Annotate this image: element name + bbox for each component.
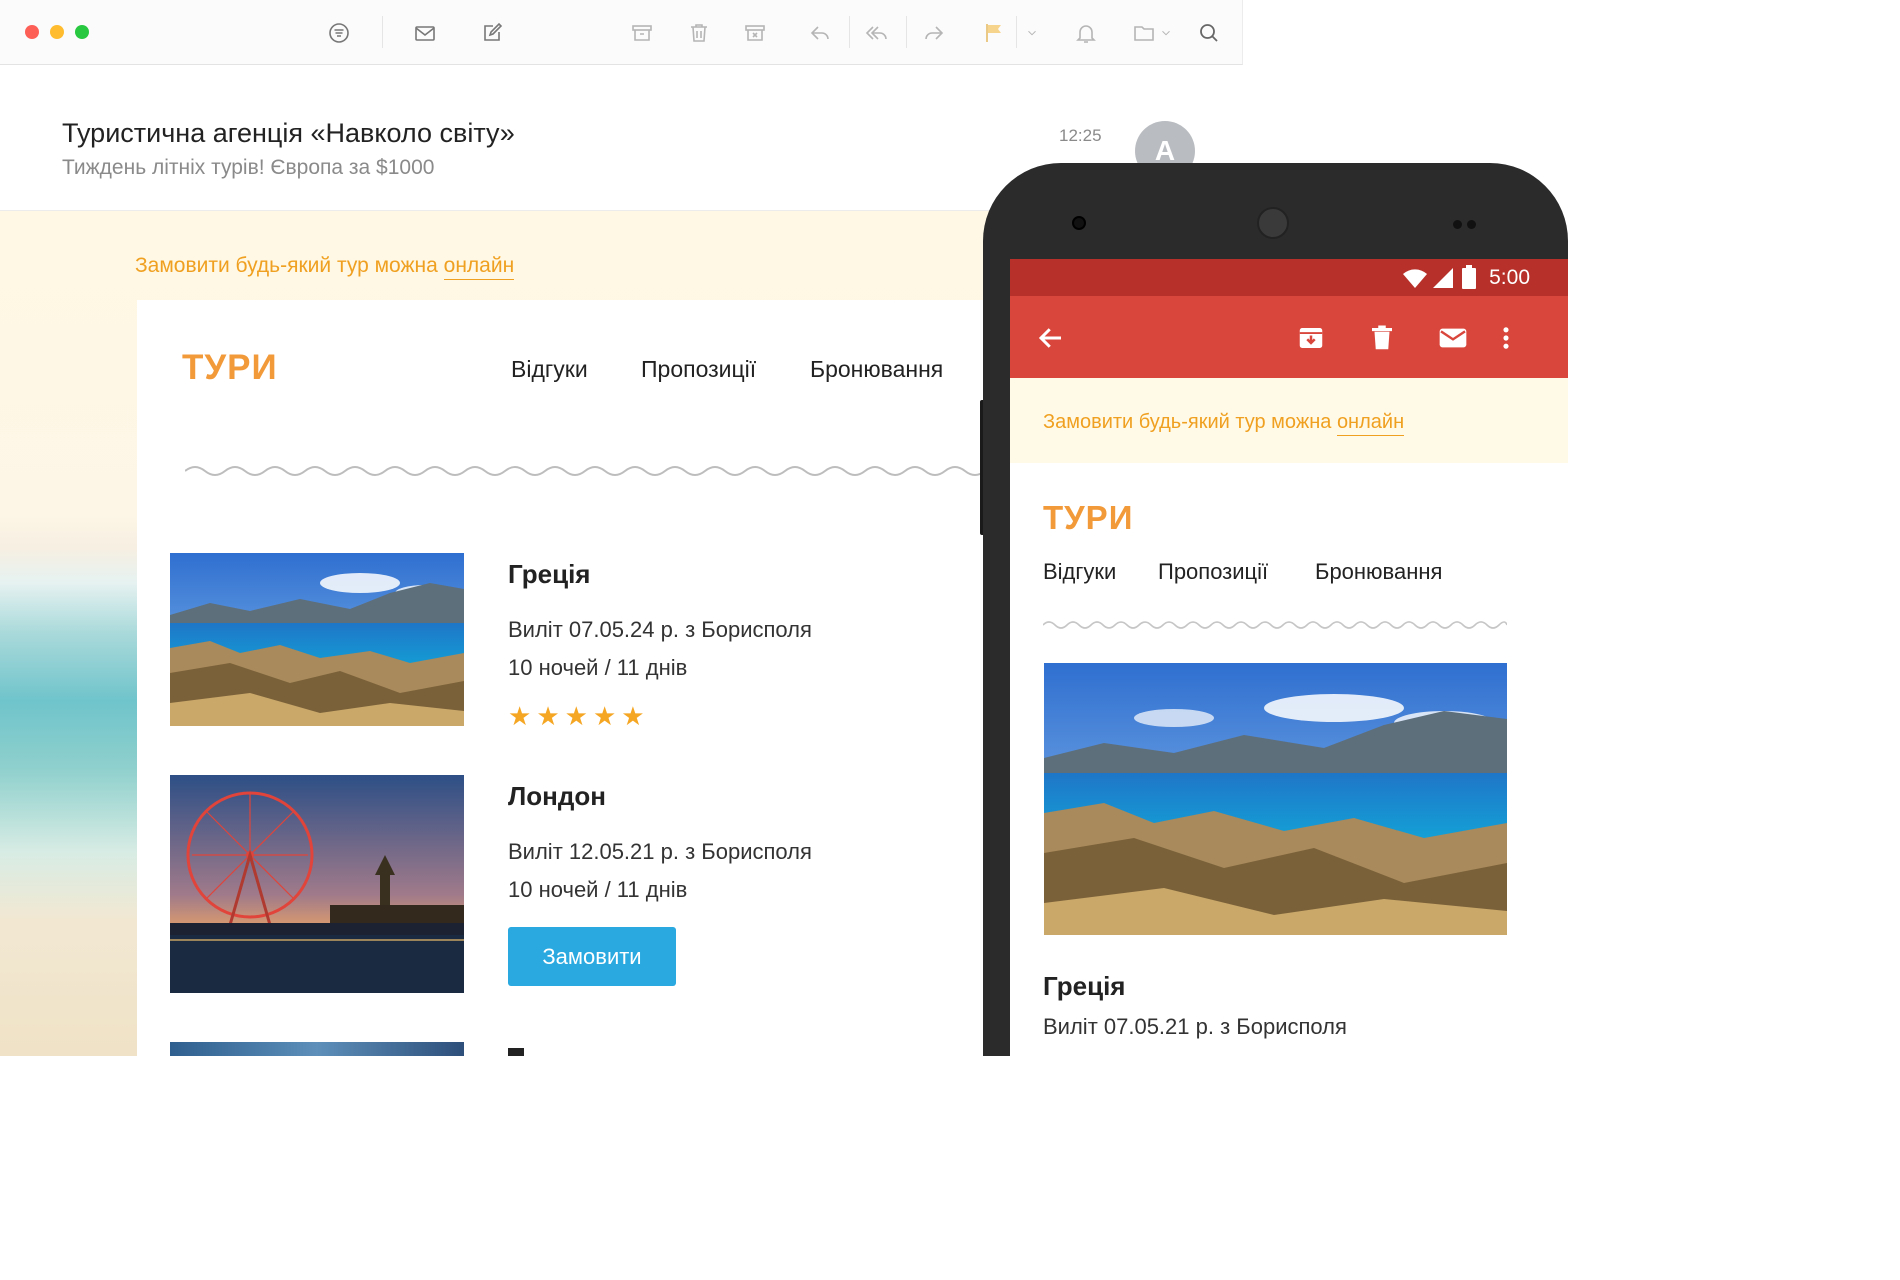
front-camera — [1072, 216, 1086, 230]
mobile-promo: Замовити будь-який тур можна онлайн — [1043, 411, 1405, 436]
phone-screen: 5:00 Замовити будь-який тур можна онлайн… — [1010, 259, 1568, 1056]
message-subject: Тиждень літніх турів! Європа за $1000 — [62, 156, 435, 179]
toolbar-divider — [1016, 16, 1017, 48]
gmail-app-bar — [1010, 296, 1568, 378]
android-phone: 5:00 Замовити будь-який тур можна онлайн… — [983, 163, 1568, 1056]
chevron-down-icon[interactable] — [1156, 19, 1176, 47]
more-vert-icon[interactable] — [1489, 321, 1523, 355]
mobile-nav-offers-link[interactable]: Пропозиції — [1158, 559, 1268, 585]
toolbar-divider — [849, 16, 850, 48]
star-icon: ★ — [536, 701, 560, 731]
mobile-tour-departure: Виліт 07.05.21 р. з Борисполя — [1043, 1014, 1347, 1039]
status-time: 5:00 — [1489, 266, 1530, 289]
trash-icon[interactable] — [685, 19, 713, 47]
greece-photo[interactable] — [170, 553, 464, 726]
promo-banner: Замовити будь-який тур можна онлайн — [135, 254, 515, 280]
nav-booking-link[interactable]: Бронювання — [810, 356, 943, 383]
newsletter-card: ТУРИ Відгуки Пропозиції Бронювання Греці… — [137, 300, 1037, 1056]
tour-departure: Виліт 12.05.21 р. з Борисполя — [508, 839, 812, 864]
zoom-window-button[interactable] — [75, 25, 89, 39]
forward-icon[interactable] — [920, 19, 948, 47]
star-icon: ★ — [621, 701, 645, 731]
wave-divider — [185, 466, 985, 476]
phone-sensor — [1453, 220, 1462, 229]
phone-speaker — [1257, 207, 1289, 239]
folder-icon[interactable] — [1130, 19, 1158, 47]
tour-departure: Виліт 07.05.24 р. з Борисполя — [508, 617, 812, 642]
flag-icon[interactable] — [980, 19, 1008, 47]
rating-stars: ★ ★ ★ ★ ★ — [508, 703, 645, 729]
promo-text: Замовити будь-який тур можна — [135, 254, 444, 277]
order-button[interactable]: Замовити — [508, 927, 676, 986]
tour-item-partial-photo — [170, 1042, 464, 1056]
mail-toolbar — [0, 0, 1243, 65]
tour-duration: 10 ночей / 11 днів — [508, 877, 688, 902]
message-time: 12:25 — [1059, 126, 1102, 145]
london-photo[interactable] — [170, 775, 464, 993]
archive-icon[interactable] — [628, 19, 656, 47]
toolbar-divider — [382, 16, 383, 48]
tour-duration: 10 ночей / 11 днів — [508, 655, 688, 680]
tour-title: Греція — [508, 559, 591, 589]
tour-title: Лондон — [508, 781, 606, 811]
minimize-window-button[interactable] — [50, 25, 64, 39]
bell-icon[interactable] — [1072, 19, 1100, 47]
wifi-icon — [1403, 269, 1427, 288]
mobile-brand-logo: ТУРИ — [1043, 499, 1134, 536]
trash-icon[interactable] — [1365, 321, 1399, 355]
toolbar-divider — [906, 16, 907, 48]
battery-icon — [1462, 265, 1476, 289]
nav-reviews-link[interactable]: Відгуки — [511, 356, 588, 383]
star-icon: ★ — [564, 701, 588, 731]
star-icon: ★ — [592, 701, 617, 731]
mail-icon[interactable] — [1436, 321, 1470, 355]
compose-icon[interactable] — [478, 19, 506, 47]
mobile-promo-text: Замовити будь-який тур можна — [1043, 411, 1337, 433]
mobile-wave-divider — [1043, 621, 1507, 629]
nav-offers-link[interactable]: Пропозиції — [641, 356, 756, 383]
mobile-nav-booking-link[interactable]: Бронювання — [1315, 559, 1442, 585]
spam-icon[interactable] — [741, 19, 769, 47]
tour-item-london: Лондон Виліт 12.05.21 р. з Борисполя 10 … — [170, 775, 970, 995]
signal-icon — [1433, 268, 1453, 288]
list-filter-icon[interactable] — [325, 19, 353, 47]
phone-sensor — [1467, 220, 1476, 229]
star-icon: ★ — [508, 701, 532, 731]
promo-online-link[interactable]: онлайн — [443, 254, 515, 280]
android-status-bar: 5:00 — [1010, 259, 1568, 296]
mobile-nav-reviews-link[interactable]: Відгуки — [1043, 559, 1116, 585]
reply-all-icon[interactable] — [863, 19, 891, 47]
mobile-promo-online-link[interactable]: онлайн — [1336, 411, 1405, 436]
search-icon[interactable] — [1195, 19, 1223, 47]
brand-logo: ТУРИ — [182, 348, 278, 387]
mobile-tour-title: Греція — [1043, 971, 1126, 1001]
back-arrow-icon[interactable] — [1034, 321, 1068, 355]
reply-icon[interactable] — [806, 19, 834, 47]
close-window-button[interactable] — [25, 25, 39, 39]
tour-item-greece: Греція Виліт 07.05.24 р. з Борисполя 10 … — [170, 553, 970, 733]
mobile-greece-photo[interactable] — [1044, 663, 1507, 935]
tour-item-partial-title — [508, 1048, 524, 1056]
sender-name: Туристична агенція «Навколо світу» — [62, 118, 515, 148]
envelope-icon[interactable] — [411, 19, 439, 47]
chevron-down-icon[interactable] — [1019, 19, 1045, 47]
archive-icon[interactable] — [1294, 321, 1328, 355]
